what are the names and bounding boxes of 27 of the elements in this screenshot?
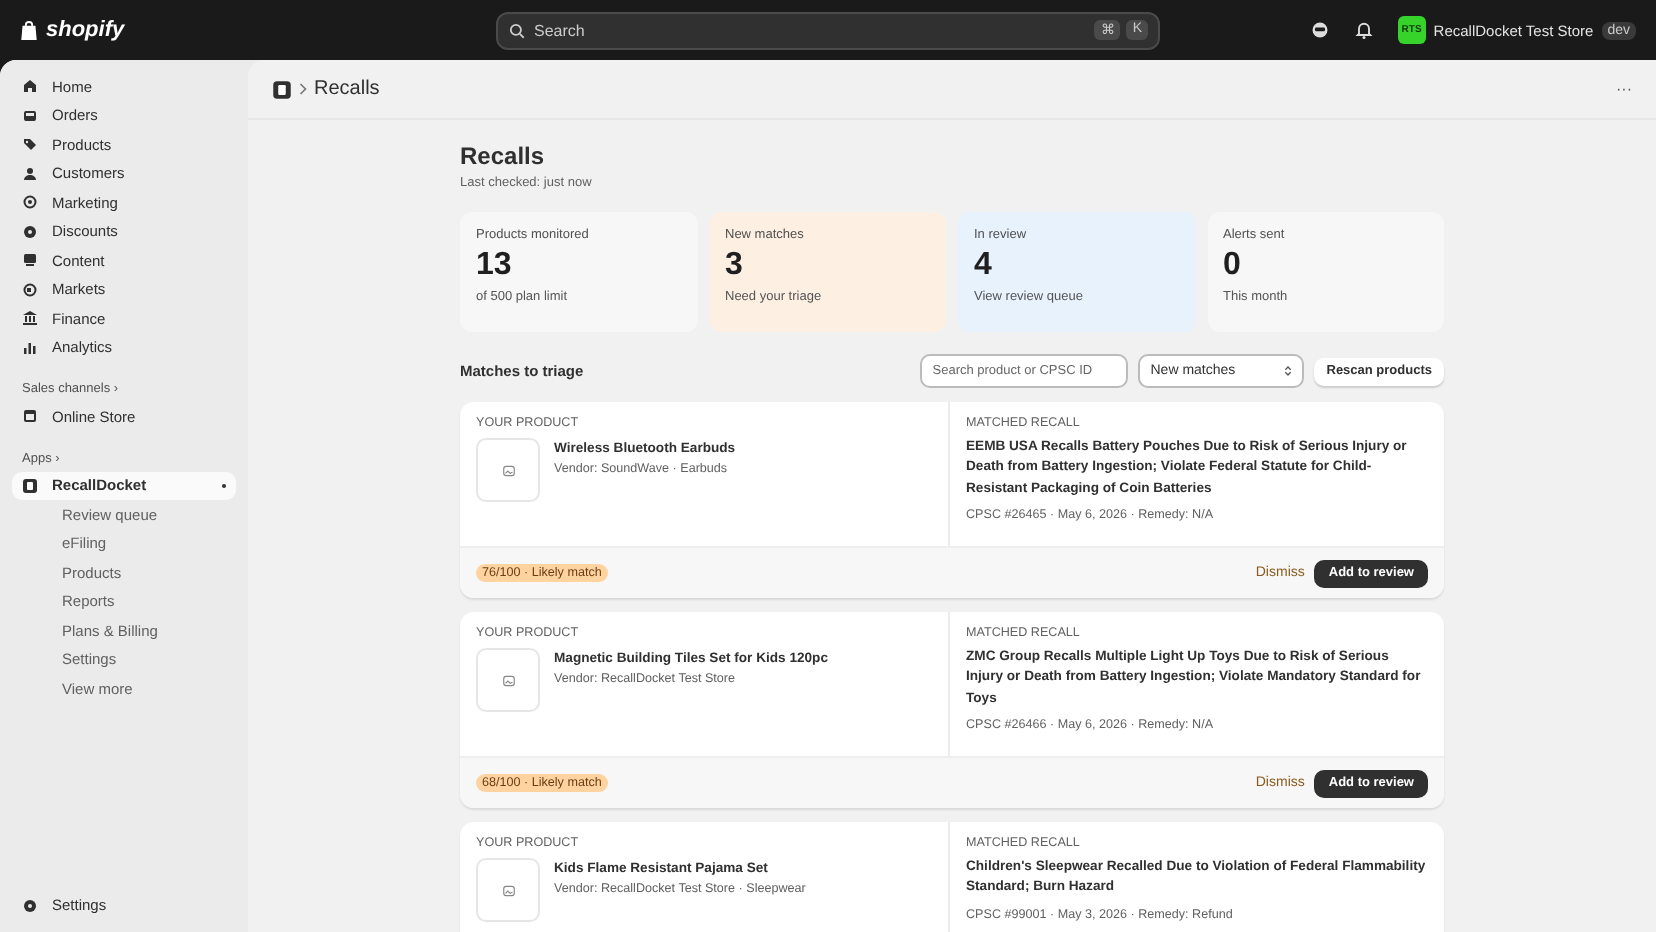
target-icon — [22, 194, 38, 211]
chevron-up-down-icon — [1284, 364, 1293, 378]
stat-value: 4 — [974, 248, 994, 284]
stat-value: 13 — [476, 248, 514, 284]
page-title: Recalls — [460, 142, 547, 170]
person-icon — [22, 165, 38, 182]
monitor-icon — [22, 252, 38, 269]
bar-chart-icon — [22, 339, 38, 356]
tag-icon — [22, 136, 38, 153]
more-button[interactable]: ··· — [1616, 80, 1632, 98]
logo-text: shopify — [46, 18, 125, 42]
storefront-icon — [22, 408, 38, 425]
shopping-bag-icon — [20, 19, 38, 41]
app-icon — [272, 79, 292, 99]
bell-icon — [1353, 20, 1374, 40]
image-icon — [501, 463, 515, 477]
image-icon — [501, 883, 515, 897]
chevron-right-icon — [298, 82, 308, 96]
home-icon — [22, 78, 38, 95]
app-icon — [22, 477, 38, 494]
bank-icon — [22, 310, 38, 327]
search-icon — [508, 21, 526, 39]
tray-icon — [22, 107, 38, 124]
stat-value: 0 — [1223, 248, 1243, 284]
image-icon — [501, 673, 515, 687]
stat-value: 3 — [725, 248, 745, 284]
breadcrumb-title: Recalls — [314, 78, 380, 100]
